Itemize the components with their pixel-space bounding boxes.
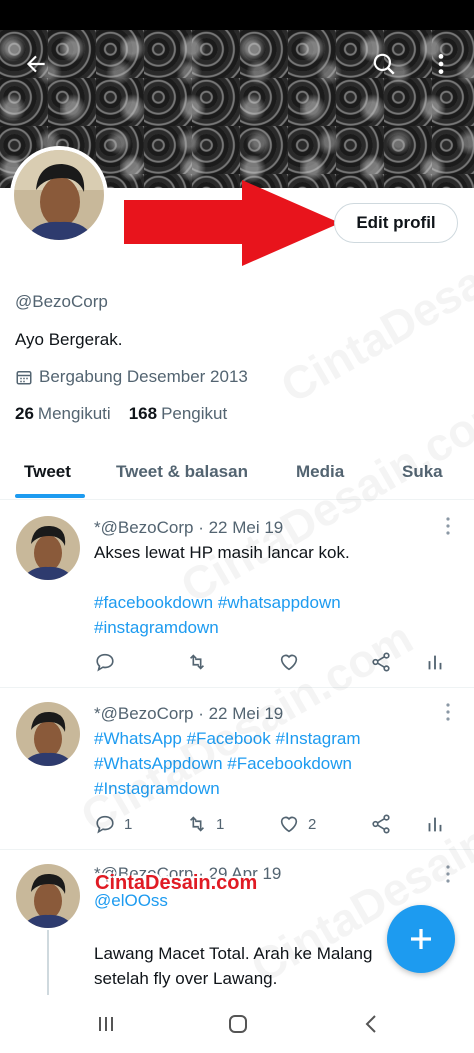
profile-handle: @BezoCorp	[15, 292, 108, 311]
avatar-photo	[16, 864, 80, 928]
reply-icon	[96, 653, 114, 672]
analytics-button[interactable]	[424, 812, 446, 836]
reply-count: 1	[124, 815, 133, 833]
tab-likes[interactable]: Suka	[402, 444, 443, 500]
heart-icon	[280, 654, 298, 671]
tweet-more-icon[interactable]	[440, 516, 456, 536]
search-icon	[373, 53, 395, 75]
tweet-item[interactable]: *@BezoCorp · 22 Mei 19 #WhatsApp #Facebo…	[0, 688, 474, 850]
more-button[interactable]	[421, 44, 461, 84]
status-bar	[0, 0, 474, 30]
retweet-icon	[189, 816, 205, 832]
red-arrow-annotation	[124, 180, 340, 266]
recent-apps-icon	[99, 1017, 113, 1031]
avatar-photo	[14, 150, 104, 240]
profile-tabs: Tweet Tweet & balasan Media Suka	[0, 444, 474, 500]
tweet-header: *@BezoCorp · 22 Mei 19	[94, 704, 284, 723]
heart-icon	[280, 816, 298, 833]
system-nav-bar	[0, 995, 474, 1053]
home-icon	[229, 1015, 247, 1033]
like-button[interactable]	[278, 650, 300, 674]
reply-button[interactable]	[94, 650, 116, 674]
thread-line	[47, 930, 49, 1000]
tweet-avatar[interactable]	[16, 864, 80, 928]
analytics-button[interactable]	[424, 650, 446, 674]
join-date: Bergabung Desember 2013	[15, 367, 248, 387]
followers-link[interactable]: 168 Pengikut	[129, 404, 228, 424]
tweet-hashtags[interactable]: #instagramdown	[94, 615, 219, 640]
back-nav-button[interactable]	[352, 1007, 392, 1041]
tweet-hashtags[interactable]: #WhatsApp #Facebook #Instagram	[94, 726, 360, 751]
tweet-avatar[interactable]	[16, 516, 80, 580]
tweet-text: setelah fly over Lawang.	[94, 969, 278, 988]
like-button[interactable]: 2	[278, 812, 316, 836]
tweet-hashtags[interactable]: #facebookdown #whatsappdown	[94, 590, 341, 615]
following-link[interactable]: 26 Mengikuti	[15, 404, 111, 424]
tab-media[interactable]: Media	[296, 444, 344, 500]
back-button[interactable]	[16, 44, 56, 84]
retweet-button[interactable]: 1	[186, 812, 224, 836]
tweet-more-icon[interactable]	[440, 702, 456, 722]
plus-icon	[411, 929, 431, 949]
share-icon	[372, 652, 390, 672]
analytics-icon	[428, 817, 442, 832]
like-count: 2	[308, 815, 317, 833]
tweet-actions	[94, 650, 450, 674]
reply-icon	[96, 815, 114, 834]
share-icon	[372, 814, 390, 834]
avatar-photo	[16, 516, 80, 580]
join-date-text: Bergabung Desember 2013	[39, 367, 248, 386]
recent-apps-button[interactable]	[86, 1007, 126, 1041]
edit-profile-button[interactable]: Edit profil	[334, 203, 458, 243]
chevron-left-icon	[365, 1015, 376, 1033]
follow-stats: 26 Mengikuti 168 Pengikut	[15, 404, 227, 424]
tab-tweet[interactable]: Tweet	[24, 444, 71, 500]
share-button[interactable]	[370, 812, 392, 836]
compose-tweet-button[interactable]	[387, 905, 455, 973]
calendar-icon	[16, 371, 32, 385]
tweet-text: Akses lewat HP masih lancar kok.	[94, 543, 350, 562]
tab-tweet-replies[interactable]: Tweet & balasan	[116, 444, 248, 500]
home-button[interactable]	[218, 1007, 258, 1041]
profile-bio: Ayo Bergerak.	[15, 330, 123, 349]
share-button[interactable]	[370, 650, 392, 674]
active-tab-indicator	[15, 494, 85, 498]
profile-avatar[interactable]	[10, 146, 108, 244]
more-vertical-icon	[438, 54, 444, 74]
tweet-actions: 1 1 2	[94, 812, 450, 836]
tweet-hashtags[interactable]: #WhatsAppdown #Facebookdown	[94, 751, 352, 776]
watermark-logo: CintaDesain.com	[95, 872, 258, 894]
reply-button[interactable]: 1	[94, 812, 132, 836]
retweet-count: 1	[216, 815, 225, 833]
tweet-avatar[interactable]	[16, 702, 80, 766]
retweet-icon	[189, 654, 205, 670]
arrow-left-icon	[26, 55, 45, 73]
tweet-text: Lawang Macet Total. Arah ke Malang	[94, 944, 373, 963]
analytics-icon	[428, 655, 442, 670]
tweet-item[interactable]: *@BezoCorp · 22 Mei 19 Akses lewat HP ma…	[0, 502, 474, 688]
search-button[interactable]	[364, 44, 404, 84]
tweet-hashtags[interactable]: #Instagramdown	[94, 776, 220, 801]
retweet-button[interactable]	[186, 650, 208, 674]
tweet-more-icon[interactable]	[440, 864, 456, 884]
tweet-header: *@BezoCorp · 22 Mei 19	[94, 518, 284, 537]
avatar-photo	[16, 702, 80, 766]
